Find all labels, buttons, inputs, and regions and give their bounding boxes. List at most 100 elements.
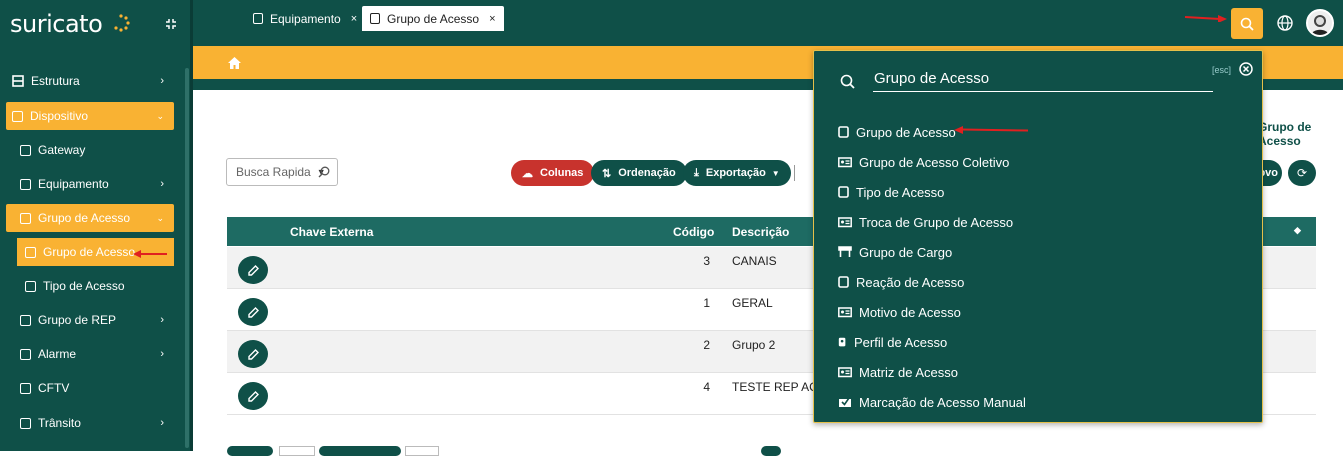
- tablet-icon: [838, 126, 849, 138]
- sidebar-item-alarme[interactable]: Alarme ›: [6, 340, 174, 368]
- sidebar-item-label: Dispositivo: [30, 109, 89, 123]
- app-logo[interactable]: suricato: [10, 10, 103, 38]
- id-card-icon: [838, 217, 852, 228]
- cloud-icon: ☁: [522, 167, 533, 180]
- ordenacao-label: Ordenação: [618, 167, 676, 179]
- chevron-down-icon: ⌄: [156, 110, 164, 121]
- esc-hint: [esc]: [1212, 65, 1232, 75]
- tablet-icon: [20, 178, 31, 190]
- edit-icon: [247, 264, 259, 276]
- tablet-icon: [370, 13, 380, 24]
- tablet-icon: [20, 348, 31, 360]
- global-search-button[interactable]: [1231, 8, 1263, 39]
- codigo-cell: 1: [703, 296, 710, 310]
- colunas-label: Colunas: [540, 167, 584, 179]
- search-result-matriz-de-acesso[interactable]: Matriz de Acesso: [838, 361, 958, 383]
- edit-button[interactable]: [238, 256, 268, 284]
- result-label: Marcação de Acesso Manual: [859, 394, 1026, 410]
- result-label: Matriz de Acesso: [859, 364, 958, 380]
- tab-equipamento[interactable]: Equipamento ×: [245, 6, 365, 31]
- sort-icon[interactable]: ◆: [1294, 225, 1301, 236]
- close-icon[interactable]: ×: [351, 13, 357, 25]
- pager-button[interactable]: [319, 446, 401, 456]
- tab-grupo-de-acesso[interactable]: Grupo de Acesso ×: [362, 6, 504, 31]
- sidebar-item-cftv[interactable]: CFTV: [6, 374, 174, 402]
- close-icon[interactable]: ×: [489, 13, 495, 25]
- codigo-cell: 3: [703, 254, 710, 268]
- quick-search-select[interactable]: Busca Rapida ▼: [226, 158, 338, 186]
- chevron-right-icon: ›: [160, 314, 164, 326]
- search-icon[interactable]: [318, 166, 330, 178]
- result-label: Grupo de Cargo: [859, 244, 953, 260]
- sidebar-item-equipamento[interactable]: Equipamento ›: [6, 170, 174, 198]
- sidebar-item-label: Alarme: [38, 347, 77, 361]
- tablet-icon: [20, 144, 31, 156]
- id-card-icon: [838, 157, 852, 168]
- sidebar-subitem-tipo-de-acesso[interactable]: Tipo de Acesso: [17, 272, 174, 300]
- red-arrow-annotation-icon: [1184, 15, 1227, 22]
- sidebar-item-grupo-de-acesso[interactable]: Grupo de Acesso ⌄: [6, 204, 174, 232]
- search-result-perfil-de-acesso[interactable]: Perfil de Acesso: [838, 331, 947, 353]
- search-result-marcacao-de-acesso-manual[interactable]: Marcação de Acesso Manual: [838, 391, 1026, 413]
- result-label: Tipo de Acesso: [856, 184, 945, 200]
- id-card-icon: [838, 307, 852, 318]
- search-result-reacao-de-acesso[interactable]: Reação de Acesso: [838, 271, 964, 293]
- search-result-troca-de-grupo-de-acesso[interactable]: Troca de Grupo de Acesso: [838, 211, 1013, 233]
- search-result-tipo-de-acesso[interactable]: Tipo de Acesso: [838, 181, 944, 203]
- id-card-icon: [838, 367, 852, 378]
- result-label: Grupo de Acesso Coletivo: [859, 154, 1010, 170]
- edit-icon: [247, 306, 259, 318]
- tablet-icon: [12, 110, 23, 122]
- sidebar-scrollbar[interactable]: [185, 68, 189, 448]
- building-icon: [838, 246, 852, 257]
- edit-button[interactable]: [238, 340, 268, 368]
- colunas-button[interactable]: ☁ Colunas: [511, 160, 595, 186]
- result-label: Motivo de Acesso: [859, 304, 961, 320]
- column-header-descricao[interactable]: Descrição: [732, 225, 789, 239]
- sidebar-item-grupo-de-rep[interactable]: Grupo de REP ›: [6, 306, 174, 334]
- sidebar-item-transito[interactable]: Trânsito ›: [6, 409, 174, 437]
- chevron-right-icon: ›: [160, 417, 164, 429]
- chevron-right-icon: ›: [160, 75, 164, 87]
- tablet-icon: [25, 280, 36, 292]
- sitemap-icon: [12, 75, 24, 87]
- refresh-button[interactable]: ⟳: [1288, 160, 1316, 186]
- user-avatar[interactable]: [1306, 9, 1334, 37]
- edit-button[interactable]: [238, 298, 268, 326]
- close-icon[interactable]: [1239, 62, 1253, 76]
- search-result-motivo-de-acesso[interactable]: Motivo de Acesso: [838, 301, 961, 323]
- sidebar-item-dispositivo[interactable]: Dispositivo ⌄: [6, 102, 174, 130]
- global-search-panel: Grupo de Acesso [esc] Grupo de Acesso Gr…: [813, 50, 1263, 423]
- edit-button[interactable]: [238, 382, 268, 410]
- descricao-cell: GERAL: [732, 296, 773, 310]
- tablet-icon: [20, 212, 31, 224]
- search-result-grupo-de-acesso-coletivo[interactable]: Grupo de Acesso Coletivo: [838, 151, 1009, 173]
- pager-page-button[interactable]: [761, 446, 781, 456]
- logo-dots-icon: [114, 14, 130, 32]
- global-search-input[interactable]: Grupo de Acesso: [873, 70, 1213, 92]
- check-box-icon: [839, 397, 851, 407]
- download-icon: ⤓: [694, 166, 699, 179]
- tab-label: Equipamento: [270, 11, 341, 26]
- globe-icon[interactable]: [1276, 14, 1294, 32]
- collapse-sidebar-icon[interactable]: [164, 17, 178, 31]
- home-icon[interactable]: [228, 57, 241, 69]
- ordenacao-button[interactable]: ⇅ Ordenação: [591, 160, 687, 186]
- sidebar-item-label: Grupo de REP: [38, 313, 117, 327]
- pager-input[interactable]: [279, 446, 315, 456]
- red-arrow-annotation-icon: [133, 250, 167, 258]
- refresh-icon: ⟳: [1296, 166, 1308, 180]
- sidebar-item-gateway[interactable]: Gateway: [6, 136, 174, 164]
- pager-input[interactable]: [405, 446, 439, 456]
- sidebar-item-estrutura[interactable]: Estrutura ›: [6, 67, 174, 95]
- column-header-codigo[interactable]: Código: [673, 225, 714, 239]
- edit-icon: [247, 390, 259, 402]
- search-icon: [1240, 17, 1254, 31]
- pager-button[interactable]: [227, 446, 273, 456]
- search-result-grupo-de-acesso[interactable]: Grupo de Acesso: [838, 121, 956, 143]
- search-result-grupo-de-cargo[interactable]: Grupo de Cargo: [838, 241, 952, 263]
- exportacao-button[interactable]: ⤓ Exportação ▼: [683, 160, 791, 186]
- sort-icon: ⇅: [602, 167, 612, 180]
- sidebar-item-label: Estrutura: [31, 74, 80, 88]
- column-header-chave-externa[interactable]: Chave Externa: [290, 225, 373, 239]
